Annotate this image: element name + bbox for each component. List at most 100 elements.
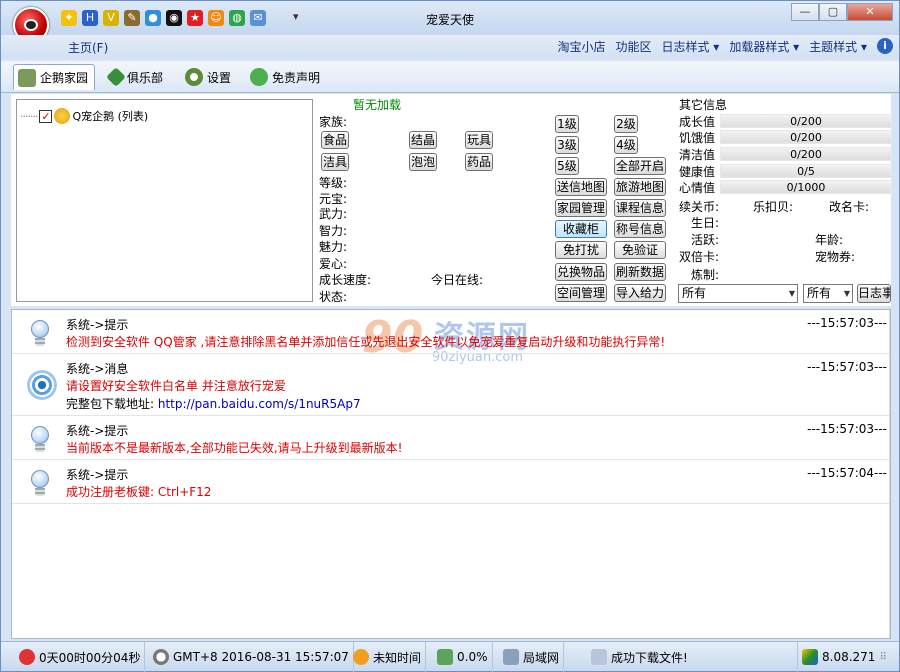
clean-value: 0/200 [720, 147, 892, 161]
space-manage-button[interactable]: 空间管理 [555, 284, 607, 302]
other-info-title: 其它信息 [679, 98, 728, 112]
tab-penguin-home[interactable]: 企鹅家园 [13, 64, 96, 90]
health-label: 健康值 [679, 165, 716, 179]
penguin-tree[interactable]: ······· ✓ Q宠企鹅 (列表) [16, 99, 313, 302]
menu-function-area[interactable]: 功能区 [615, 38, 651, 55]
lekou-shell-label: 乐扣贝: [753, 200, 794, 214]
force-label: 武力: [319, 207, 348, 221]
tab-settings[interactable]: 设置 [181, 64, 237, 90]
message-head: 系统->消息 [66, 362, 129, 376]
home-manage-button[interactable]: 家园管理 [555, 199, 607, 217]
diamond-icon [106, 67, 126, 87]
tree-checkbox[interactable]: ✓ [39, 109, 53, 123]
right-menu: 淘宝小店 功能区 日志样式 ▾ 加载器样式 ▾ 主题样式 ▾ i [557, 38, 893, 55]
tab-label: 俱乐部 [127, 70, 164, 85]
menu-loader-style[interactable]: 加载器样式 ▾ [729, 38, 799, 55]
menu-taobao-shop[interactable]: 淘宝小店 [557, 38, 605, 55]
message-time: ---15:57:03--- [807, 316, 887, 330]
hunger-label: 饥饿值 [679, 131, 716, 145]
menu-theme-style[interactable]: 主题样式 ▾ [809, 38, 867, 55]
version-icon [802, 649, 818, 665]
course-info-button[interactable]: 课程信息 [614, 199, 666, 217]
version-status: 8.08.271 ⠿ [797, 642, 891, 672]
health-value: 0/5 [720, 164, 892, 178]
load-status: 暂无加载 [353, 98, 402, 112]
level3-button[interactable]: 3级 [555, 136, 579, 154]
clock-text: GMT+8 2016-08-31 15:57:07 [173, 650, 349, 664]
exchange-button[interactable]: 兑换物品 [555, 263, 607, 281]
toy-button[interactable]: 玩具 [465, 131, 493, 149]
message-text: 请设置好安全软件白名单 并注意放行宠爱 [66, 379, 286, 393]
maximize-button[interactable]: ▢ [819, 3, 847, 21]
birthday-label: 生日: [691, 216, 720, 230]
filter-select-1[interactable]: 所有 [678, 284, 798, 303]
tree-connector: ······· [20, 109, 39, 123]
tab-club[interactable]: 俱乐部 [105, 64, 169, 90]
level2-button[interactable]: 2级 [614, 115, 638, 133]
resize-grip-icon[interactable]: ⠿ [879, 652, 886, 663]
broadcast-icon [27, 368, 57, 400]
family-label: 家族: [319, 115, 348, 129]
message-scrollbar[interactable] [889, 310, 890, 638]
lightbulb-icon [27, 468, 53, 498]
menu-row: 主页(F) 淘宝小店 功能区 日志样式 ▾ 加载器样式 ▾ 主题样式 ▾ i [1, 35, 899, 59]
medicine-button[interactable]: 药品 [465, 153, 493, 171]
house-icon [18, 68, 36, 87]
level4-button[interactable]: 4级 [614, 136, 638, 154]
lightbulb-icon [27, 318, 53, 348]
refresh-data-button[interactable]: 刷新数据 [614, 263, 666, 281]
close-button[interactable]: ✕ [847, 3, 893, 21]
download-label: 完整包下载地址: [66, 397, 158, 411]
message-log[interactable]: 90 资源网 90ziyuan.com 系统->提示 ---15:57:03--… [11, 309, 891, 639]
mail-map-button[interactable]: 送信地图 [555, 178, 607, 196]
download-link[interactable]: http://pan.baidu.com/s/1nuR5Ap7 [158, 397, 361, 411]
level-label: 等级: [319, 176, 348, 190]
log-button[interactable]: 日志事 [857, 284, 891, 303]
tab-disclaimer[interactable]: 免责声明 [246, 64, 326, 90]
filter-select-2[interactable]: 所有 [803, 284, 853, 303]
menu-home[interactable]: 主页(F) [68, 39, 108, 56]
window-title: 宠爱天使 [425, 13, 474, 27]
bubble-button[interactable]: 泡泡 [409, 153, 437, 171]
food-button[interactable]: 食品 [321, 131, 349, 149]
message-item: 系统->提示 ---15:57:04--- 成功注册老板键: Ctrl+F12 [12, 460, 889, 504]
tab-label: 免责声明 [272, 70, 321, 85]
upper-panel: ······· ✓ Q宠企鹅 (列表) 暂无加载 家族: 食品 结晶 玩具 洁具… [11, 94, 892, 306]
level1-button[interactable]: 1级 [555, 115, 579, 133]
double-card-label: 双倍卡: [679, 250, 720, 264]
download-status: 成功下载文件! [587, 642, 692, 672]
clock-icon [153, 649, 169, 665]
message-item: 系统->消息 ---15:57:03--- 请设置好安全软件白名单 并注意放行宠… [12, 354, 889, 416]
do-not-disturb-button[interactable]: 免打扰 [555, 241, 607, 259]
message-text: 成功注册老板键: Ctrl+F12 [66, 485, 212, 499]
message-item: 系统->提示 ---15:57:03--- 当前版本不是最新版本,全部功能已失效… [12, 416, 889, 460]
collection-button[interactable]: 收藏柜 [555, 220, 607, 238]
active-label: 活跃: [691, 233, 720, 247]
help-icon[interactable]: i [877, 38, 893, 54]
hunger-value: 0/200 [720, 130, 892, 144]
tree-item-label: Q宠企鹅 (列表) [72, 110, 149, 123]
heart-icon [19, 649, 35, 665]
title-info-button[interactable]: 称号信息 [614, 220, 666, 238]
network-text: 局域网 [523, 650, 560, 665]
tree-item[interactable]: ······· ✓ Q宠企鹅 (列表) [20, 108, 148, 124]
uptime-text: 0天00时00分04秒 [39, 650, 141, 665]
import-power-button[interactable]: 导入给力 [614, 284, 666, 302]
crystal-button[interactable]: 结晶 [409, 131, 437, 149]
refine-label: 炼制: [691, 268, 720, 282]
message-time: ---15:57:03--- [807, 360, 887, 374]
menu-log-style[interactable]: 日志样式 ▾ [661, 38, 719, 55]
growth-value: 0/200 [720, 114, 892, 128]
message-text: 检测到安全软件 QQ管家 ,请注意排除黑名单并添加信任或先退出安全软件以免宠爱重… [66, 335, 666, 349]
travel-map-button[interactable]: 旅游地图 [614, 178, 666, 196]
person-icon [250, 68, 268, 86]
gear-icon [185, 68, 203, 86]
cleaning-button[interactable]: 洁具 [321, 153, 349, 171]
level5-button[interactable]: 5级 [555, 157, 579, 175]
open-all-button[interactable]: 全部开启 [614, 157, 666, 175]
message-time: ---15:57:04--- [807, 466, 887, 480]
growth-speed-label: 成长速度: [319, 273, 372, 287]
minimize-button[interactable]: — [791, 3, 819, 21]
no-verify-button[interactable]: 免验证 [614, 241, 666, 259]
age-label: 年龄: [815, 233, 844, 247]
